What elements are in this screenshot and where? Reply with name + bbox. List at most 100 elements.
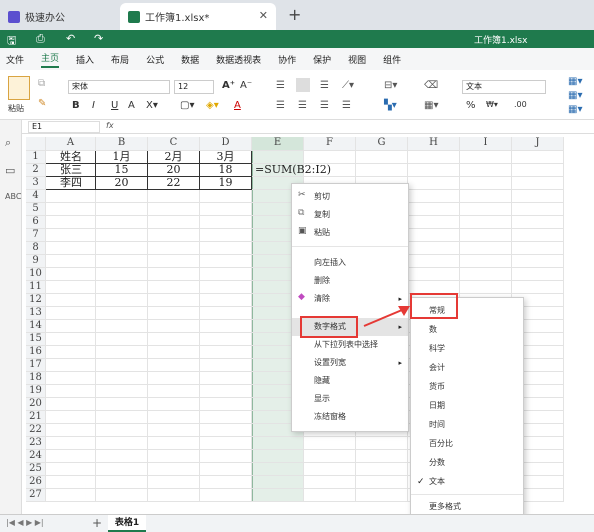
cell-D11[interactable] (200, 281, 252, 294)
cell-B27[interactable] (96, 489, 148, 502)
cell-B4[interactable] (96, 190, 148, 203)
cell-B24[interactable] (96, 450, 148, 463)
insert-cells-icon[interactable]: ▦▾ (568, 76, 582, 87)
column-header[interactable]: C (148, 137, 200, 151)
cell-C21[interactable] (148, 411, 200, 424)
font-family-select[interactable]: 宋体 (68, 80, 170, 94)
cell-H9[interactable] (408, 255, 460, 268)
cell-A10[interactable] (46, 268, 96, 281)
cell-C4[interactable] (148, 190, 200, 203)
cell-J8[interactable] (512, 242, 564, 255)
row-header[interactable]: 20 (26, 398, 46, 411)
menu-item-pick-from-list[interactable]: 从下拉列表中选择 (292, 336, 408, 354)
format-currency[interactable]: 货币 (411, 378, 523, 396)
close-icon[interactable]: ✕ (259, 9, 268, 22)
cell-H4[interactable] (408, 190, 460, 203)
cell-B12[interactable] (96, 294, 148, 307)
cell-B11[interactable] (96, 281, 148, 294)
format-date[interactable]: 日期 (411, 397, 523, 415)
row-header[interactable]: 4 (26, 190, 46, 203)
format-accounting[interactable]: 会计 (411, 359, 523, 377)
cell-A13[interactable] (46, 307, 96, 320)
cell-D12[interactable] (200, 294, 252, 307)
column-header[interactable]: A (46, 137, 96, 151)
cell-J3[interactable] (512, 177, 564, 190)
menu-file[interactable]: 文件 (6, 53, 24, 66)
cell-C10[interactable] (148, 268, 200, 281)
cell-D17[interactable] (200, 359, 252, 372)
cell-D6[interactable] (200, 216, 252, 229)
cell-C18[interactable] (148, 372, 200, 385)
format-painter-icon[interactable]: ✎ (38, 98, 46, 109)
column-header[interactable]: D (200, 137, 252, 151)
cell-C8[interactable] (148, 242, 200, 255)
column-header[interactable]: F (304, 137, 356, 151)
cell-B15[interactable] (96, 333, 148, 346)
cell-D19[interactable] (200, 385, 252, 398)
cell-F24[interactable] (304, 450, 356, 463)
cell-B14[interactable] (96, 320, 148, 333)
row-header[interactable]: 24 (26, 450, 46, 463)
cell-H7[interactable] (408, 229, 460, 242)
cell-I10[interactable] (460, 268, 512, 281)
cell-F27[interactable] (304, 489, 356, 502)
cell-H1[interactable] (408, 151, 460, 164)
paste-icon[interactable] (8, 76, 30, 100)
cell-F2[interactable] (304, 164, 356, 177)
row-header[interactable]: 26 (26, 476, 46, 489)
cell-B9[interactable] (96, 255, 148, 268)
cell-D3[interactable]: 19 (200, 177, 252, 190)
cell-J11[interactable] (512, 281, 564, 294)
wrap-text-icon[interactable]: ⊟▾ (384, 80, 397, 91)
cell-J4[interactable] (512, 190, 564, 203)
cell-C12[interactable] (148, 294, 200, 307)
copy-icon[interactable]: ⧉ (38, 78, 45, 89)
row-header[interactable]: 25 (26, 463, 46, 476)
cell-B17[interactable] (96, 359, 148, 372)
cell-C27[interactable] (148, 489, 200, 502)
column-header[interactable]: J (512, 137, 564, 151)
cell-D25[interactable] (200, 463, 252, 476)
menu-item-freeze-panes[interactable]: 冻结窗格 (292, 408, 408, 426)
cell-C17[interactable] (148, 359, 200, 372)
menu-item-column-width[interactable]: 设置列宽 (292, 354, 408, 372)
cell-C23[interactable] (148, 437, 200, 450)
cell-H10[interactable] (408, 268, 460, 281)
row-header[interactable]: 11 (26, 281, 46, 294)
format-percent[interactable]: 百分比 (411, 435, 523, 453)
row-header[interactable]: 15 (26, 333, 46, 346)
spellcheck-icon[interactable]: ABC (5, 192, 21, 201)
cell-A3[interactable]: 李四 (46, 177, 96, 190)
delete-cells-icon[interactable]: ▦▾ (568, 90, 582, 101)
menu-item-copy[interactable]: 复制 (292, 206, 408, 224)
cell-D9[interactable] (200, 255, 252, 268)
align-bottom-icon[interactable]: ☰ (320, 80, 329, 91)
cell-G2[interactable] (356, 164, 408, 177)
border-icon[interactable]: ▢▾ (180, 100, 194, 111)
cell-J1[interactable] (512, 151, 564, 164)
tab-workbook[interactable]: 工作簿1.xlsx* ✕ (120, 3, 276, 30)
menu-view[interactable]: 视图 (348, 53, 366, 66)
cell-B25[interactable] (96, 463, 148, 476)
undo-icon[interactable]: ↶ (66, 32, 75, 45)
row-header[interactable]: 8 (26, 242, 46, 255)
cell-B3[interactable]: 20 (96, 177, 148, 190)
cell-D4[interactable] (200, 190, 252, 203)
cell-D13[interactable] (200, 307, 252, 320)
cell-A25[interactable] (46, 463, 96, 476)
align-top-icon[interactable]: ☰ (276, 80, 285, 91)
cell-H3[interactable] (408, 177, 460, 190)
cell-A22[interactable] (46, 424, 96, 437)
cell-I9[interactable] (460, 255, 512, 268)
cell-E26[interactable] (252, 476, 304, 489)
cell-A27[interactable] (46, 489, 96, 502)
cell-A24[interactable] (46, 450, 96, 463)
cell-E23[interactable] (252, 437, 304, 450)
cell-D20[interactable] (200, 398, 252, 411)
menu-layout[interactable]: 布局 (111, 53, 129, 66)
cell-B5[interactable] (96, 203, 148, 216)
menu-insert[interactable]: 插入 (76, 53, 94, 66)
decimal-icon[interactable]: .00 (514, 100, 527, 109)
cell-J7[interactable] (512, 229, 564, 242)
cell-C19[interactable] (148, 385, 200, 398)
